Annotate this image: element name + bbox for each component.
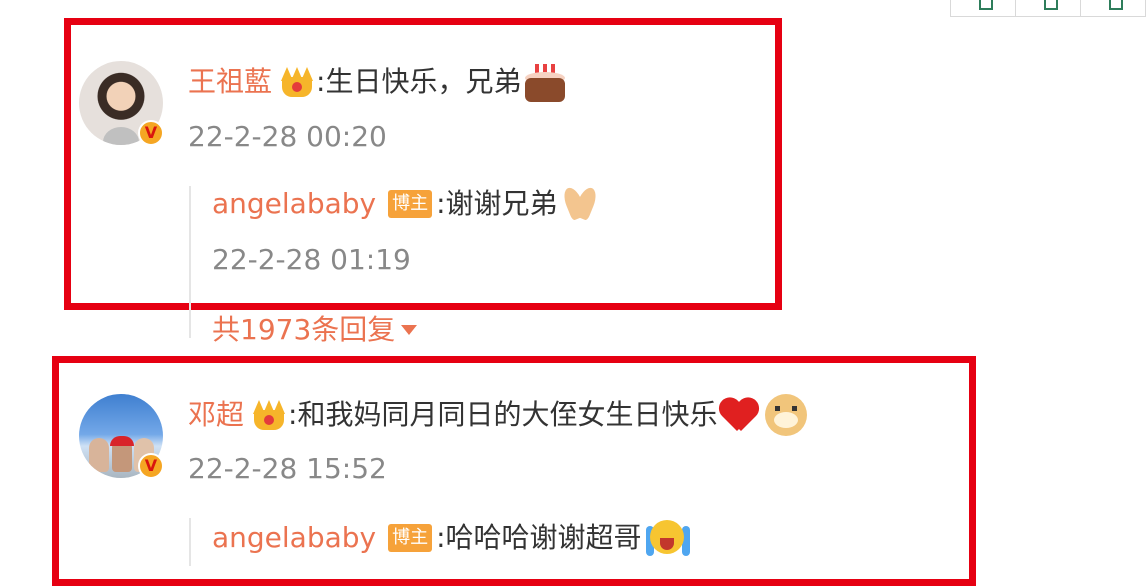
toolbar-button[interactable]: [1015, 0, 1081, 17]
reply-line: angelababy 博主 :谢谢兄弟: [212, 186, 600, 222]
comment-line: 王祖藍 :生日快乐，兄弟: [188, 62, 567, 102]
reply-time: 22-2-28 01:19: [212, 243, 411, 276]
comment-time: 22-2-28 15:52: [188, 452, 387, 485]
comment-text: :生日快乐，兄弟: [316, 65, 522, 98]
reply-username[interactable]: angelababy: [212, 520, 376, 556]
praying-hands-icon: [560, 187, 600, 221]
comment-username[interactable]: 邓超: [188, 397, 244, 433]
comment-text: :和我妈同月同日的大侄女生日快乐: [288, 398, 718, 431]
crown-icon: [280, 67, 314, 97]
reply-line: angelababy 博主 :哈哈哈谢谢超哥: [212, 518, 690, 558]
verified-badge-icon: V: [138, 120, 164, 146]
crown-icon: [252, 400, 286, 430]
toolbar-icon: [1109, 0, 1123, 10]
red-heart-icon: [719, 397, 759, 433]
reply-text: :哈哈哈谢谢超哥: [436, 521, 642, 554]
toolbar-button[interactable]: [1080, 0, 1146, 17]
reply-username[interactable]: angelababy: [212, 186, 376, 222]
blogger-badge: 博主: [388, 524, 433, 552]
comment-username[interactable]: 王祖藍: [188, 64, 272, 100]
toolbar-icon: [979, 0, 993, 10]
crying-laughing-icon: [644, 518, 690, 558]
toolbar-icon: [1044, 0, 1058, 10]
caret-down-icon: [401, 325, 418, 335]
blogger-badge: 博主: [388, 190, 433, 218]
doge-icon: [765, 394, 808, 436]
more-replies-label: 共1973条回复: [212, 313, 396, 346]
thread-divider: [189, 186, 191, 338]
comment-line: 邓超 :和我妈同月同日的大侄女生日快乐: [188, 394, 808, 436]
toolbar-button[interactable]: [950, 0, 1016, 17]
birthday-cake-icon: [523, 62, 567, 102]
reply-text: :谢谢兄弟: [436, 187, 558, 220]
comment-time: 22-2-28 00:20: [188, 120, 387, 153]
verified-badge-icon: V: [138, 453, 164, 479]
thread-divider: [189, 518, 191, 566]
top-toolbar: [950, 0, 1146, 17]
more-replies-link[interactable]: 共1973条回复: [212, 312, 418, 348]
